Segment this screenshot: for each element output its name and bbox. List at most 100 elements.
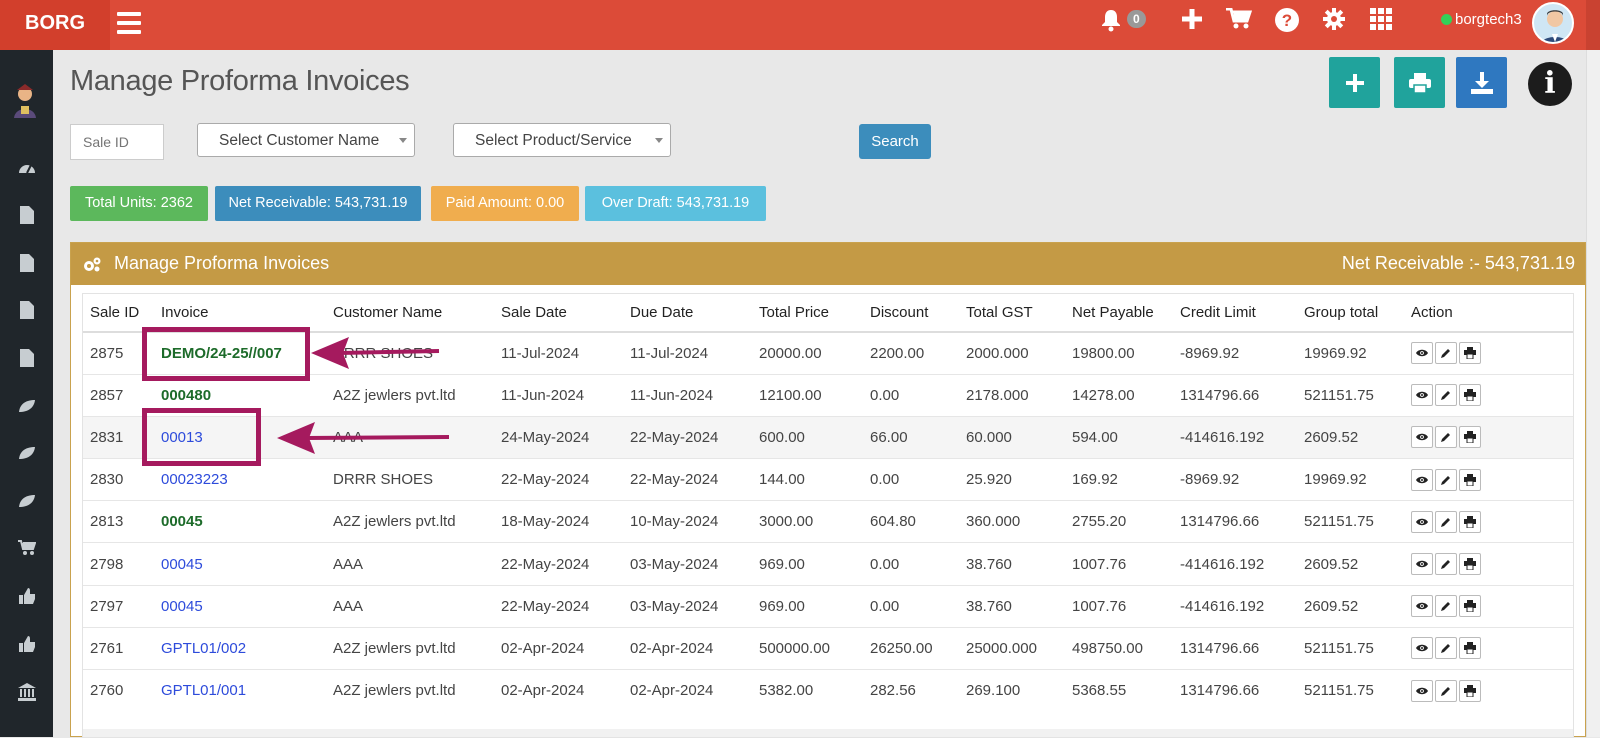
sidebar-document-icon-2[interactable] [16,254,38,276]
cell-total-gst: 38.760 [959,542,1065,586]
invoice-link[interactable]: 00023223 [161,471,228,488]
sidebar-document-icon[interactable] [16,206,38,228]
page-scrollbar[interactable] [1586,50,1600,737]
col-sale-date[interactable]: Sale Date [494,294,623,333]
avatar[interactable] [1532,2,1574,44]
edit-icon[interactable] [1435,510,1457,533]
invoice-link[interactable]: GPTL01/002 [161,640,246,657]
view-icon[interactable] [1411,384,1433,407]
view-icon[interactable] [1411,637,1433,660]
col-discount[interactable]: Discount [863,294,959,333]
invoice-link[interactable]: GPTL01/001 [161,682,246,699]
cell-due-date: 22-May-2024 [623,458,752,501]
invoice-link[interactable]: 00045 [161,598,203,615]
print-icon[interactable] [1459,384,1481,407]
view-icon[interactable] [1411,679,1433,702]
brand-logo[interactable]: BORG [0,0,110,50]
product-service-select[interactable]: Select Product/Service [453,123,671,157]
edit-icon[interactable] [1435,679,1457,702]
cell-group-total: 2609.52 [1297,542,1404,586]
view-icon[interactable] [1411,468,1433,491]
cell-credit-limit: -414616.192 [1173,542,1297,586]
cell-total-price: 969.00 [752,584,863,628]
horizontal-scrollbar[interactable] [83,729,1573,737]
sidebar-leaf-icon-3[interactable] [16,492,38,514]
add-button[interactable] [1329,57,1380,108]
col-total-price[interactable]: Total Price [752,294,863,333]
cell-net-payable: 19800.00 [1065,331,1173,375]
sidebar-leaf-icon[interactable] [16,397,38,419]
invoice-link[interactable]: 00045 [161,556,203,573]
cell-total-price: 969.00 [752,542,863,586]
edit-icon[interactable] [1435,342,1457,365]
print-icon[interactable] [1459,510,1481,533]
print-icon[interactable] [1459,637,1481,660]
sidebar-leaf-icon-2[interactable] [16,444,38,466]
table-row: 2760 GPTL01/001 A2Z jewlers pvt.ltd 02-Apr-… [83,668,1573,712]
search-button[interactable]: Search [859,124,931,159]
plus-icon[interactable] [1181,8,1203,36]
table-row: 2761 GPTL01/002 A2Z jewlers pvt.ltd 02-Apr-… [83,626,1573,670]
view-icon[interactable] [1411,553,1433,576]
edit-icon[interactable] [1435,637,1457,660]
print-icon[interactable] [1459,679,1481,702]
invoices-panel: Manage Proforma Invoices Net Receivable … [70,242,1586,738]
sidebar-document-icon-4[interactable] [16,349,38,371]
cell-sale-id: 2797 [83,584,154,628]
cell-total-price: 144.00 [752,458,863,501]
username[interactable]: borgtech3 [1455,10,1522,30]
cell-invoice: 00045 [154,542,326,586]
help-icon[interactable]: ? [1275,8,1299,39]
menu-toggle-icon[interactable] [117,12,141,34]
cell-credit-limit: 1314796.66 [1173,626,1297,670]
download-button[interactable] [1456,57,1507,108]
gear-icon[interactable] [1323,8,1345,37]
cell-customer: AAA [326,542,494,586]
col-group-total[interactable]: Group total [1297,294,1404,333]
edit-icon[interactable] [1435,468,1457,491]
cell-invoice: GPTL01/001 [154,668,326,712]
col-customer-name[interactable]: Customer Name [326,294,494,333]
view-icon[interactable] [1411,595,1433,618]
cell-discount: 26250.00 [863,626,959,670]
cell-sale-date: 18-May-2024 [494,500,623,543]
edit-icon[interactable] [1435,595,1457,618]
table-row: 2830 00023223 DRRR SHOES 22-May-2024 22-May-… [83,458,1573,501]
edit-icon[interactable] [1435,384,1457,407]
cell-due-date: 10-May-2024 [623,500,752,543]
sidebar-dashboard-icon[interactable] [16,159,38,181]
col-net-payable[interactable]: Net Payable [1065,294,1173,333]
col-credit-limit[interactable]: Credit Limit [1173,294,1297,333]
view-icon[interactable] [1411,342,1433,365]
edit-icon[interactable] [1435,553,1457,576]
print-button[interactable] [1394,57,1445,108]
print-icon[interactable] [1459,468,1481,491]
sidebar-cart-icon[interactable] [16,540,38,562]
customer-name-select[interactable]: Select Customer Name [197,123,415,157]
top-navbar: BORG 0 ? borgtech3 [0,0,1600,50]
invoice-link[interactable]: 000480 [161,387,211,404]
print-icon[interactable] [1459,342,1481,365]
table-row: 2798 00045 AAA 22-May-2024 03-May-2024 969.00… [83,542,1573,586]
invoice-link[interactable]: 00045 [161,513,203,530]
edit-icon[interactable] [1435,426,1457,449]
cart-icon[interactable] [1226,7,1253,37]
bell-icon[interactable] [1100,8,1122,39]
view-icon[interactable] [1411,510,1433,533]
cell-invoice: 00045 [154,584,326,628]
print-icon[interactable] [1459,553,1481,576]
sidebar-bank-icon[interactable] [16,683,38,705]
view-icon[interactable] [1411,426,1433,449]
cell-customer: DRRR SHOES [326,458,494,501]
sidebar-thumbs-up-icon[interactable] [16,588,38,610]
apps-grid-icon[interactable] [1370,8,1392,37]
col-total-gst[interactable]: Total GST [959,294,1065,333]
print-icon[interactable] [1459,595,1481,618]
col-due-date[interactable]: Due Date [623,294,752,333]
sidebar-thumbs-up-icon-2[interactable] [16,636,38,658]
sale-id-input[interactable] [70,124,164,160]
sidebar-document-icon-3[interactable] [16,301,38,323]
cogs-icon [83,257,101,273]
info-icon[interactable]: i [1528,62,1572,106]
print-icon[interactable] [1459,426,1481,449]
